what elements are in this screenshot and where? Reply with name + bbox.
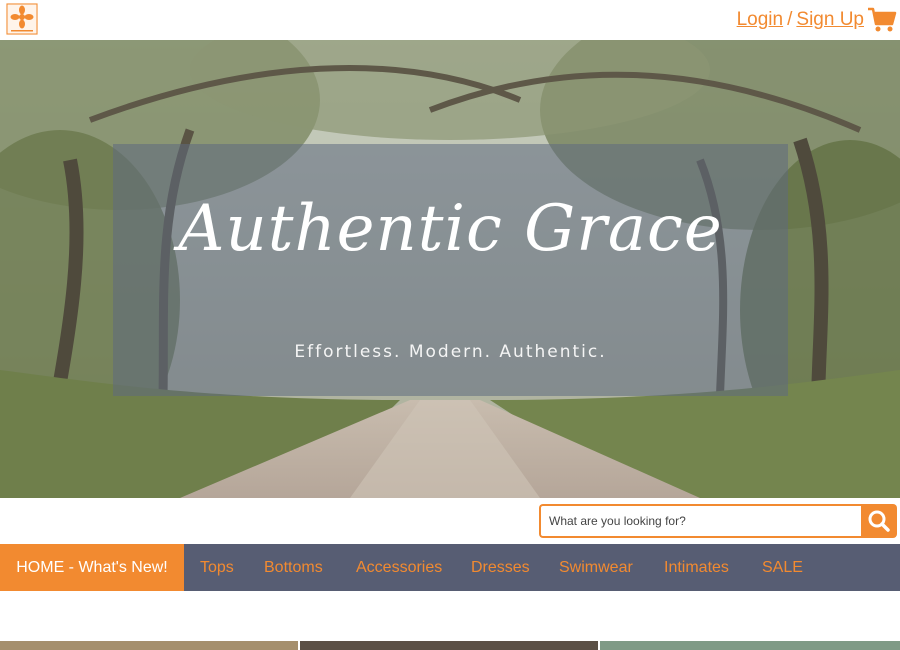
hero-overlay-panel: Authentic Grace Effortless. Modern. Auth…	[113, 144, 788, 396]
auth-links: Login / Sign Up	[737, 9, 864, 31]
brand-title: Authentic Grace	[178, 192, 723, 266]
featured-image-3[interactable]	[600, 641, 900, 650]
category-nav: HOME - What's New! Tops Bottoms Accessor…	[0, 544, 900, 591]
nav-item-tops[interactable]: Tops	[200, 544, 234, 591]
featured-images-strip	[0, 641, 900, 650]
nav-item-swimwear[interactable]: Swimwear	[559, 544, 633, 591]
login-link[interactable]: Login	[737, 9, 784, 30]
nav-item-dresses[interactable]: Dresses	[471, 544, 530, 591]
featured-image-1[interactable]	[0, 641, 298, 650]
signup-link[interactable]: Sign Up	[796, 9, 864, 30]
search-icon	[868, 510, 890, 532]
logo-icon[interactable]	[6, 3, 38, 35]
search-button[interactable]	[861, 504, 897, 538]
nav-item-accessories[interactable]: Accessories	[356, 544, 442, 591]
search-input[interactable]	[539, 504, 861, 538]
search-bar	[539, 504, 897, 538]
nav-item-home[interactable]: HOME - What's New!	[0, 544, 184, 591]
nav-item-sale[interactable]: SALE	[762, 544, 803, 591]
hero-tagline: Effortless. Modern. Authentic.	[294, 342, 607, 362]
nav-item-bottoms[interactable]: Bottoms	[264, 544, 323, 591]
shopping-cart-icon[interactable]	[867, 6, 897, 34]
featured-image-2[interactable]	[300, 641, 598, 650]
hero-banner: Authentic Grace Effortless. Modern. Auth…	[0, 40, 900, 498]
top-bar: Login / Sign Up	[0, 0, 900, 40]
nav-item-intimates[interactable]: Intimates	[664, 544, 729, 591]
auth-separator: /	[787, 9, 793, 30]
